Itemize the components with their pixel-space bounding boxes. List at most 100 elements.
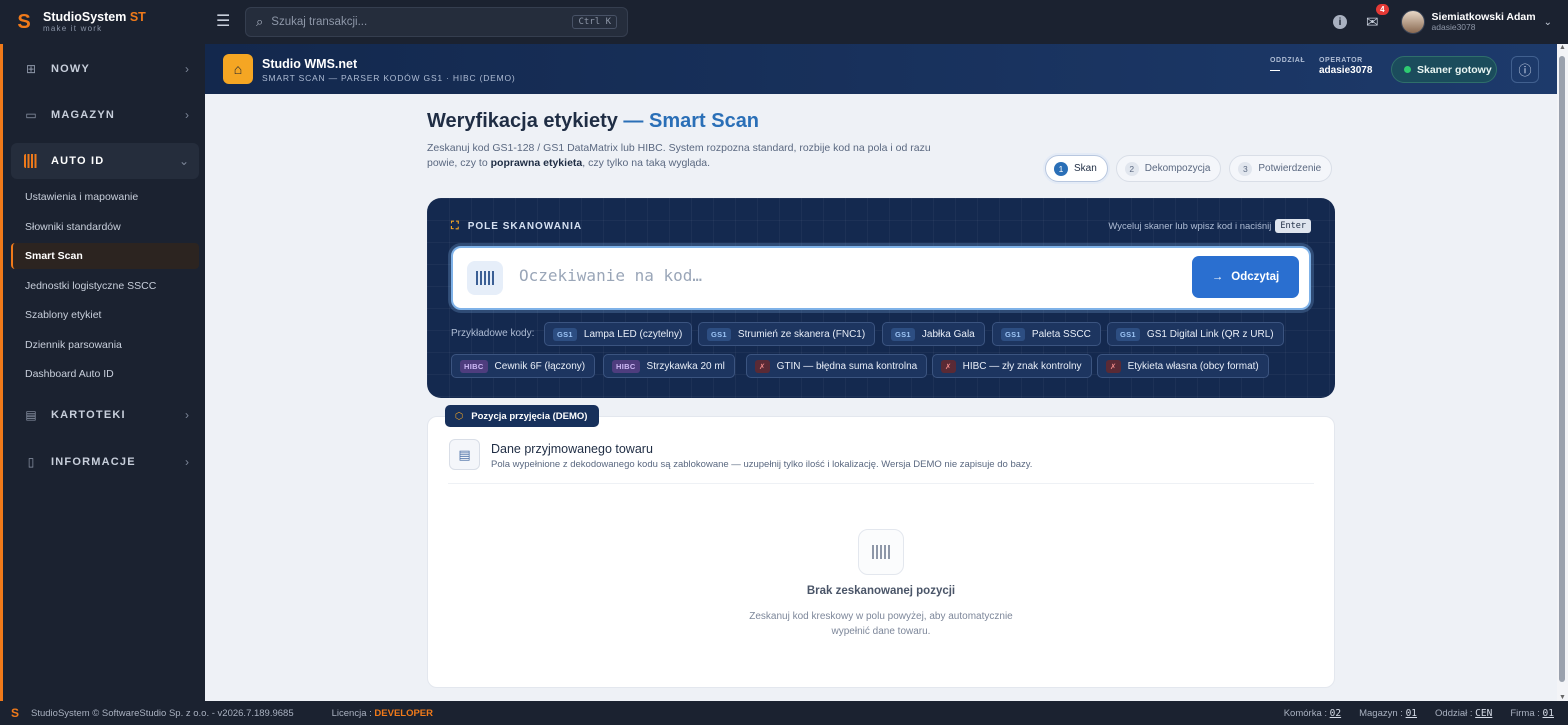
plus-square-icon: ⊞ xyxy=(25,62,37,76)
avatar[interactable] xyxy=(1400,10,1425,34)
scroll-down-icon[interactable]: ▼ xyxy=(1559,694,1566,701)
divider xyxy=(448,483,1314,484)
sidebar-section-kartoteki[interactable]: ▤ KARTOTEKI › xyxy=(11,397,199,433)
app-title: Studio WMS.net xyxy=(262,57,358,71)
footer-logo-icon: S xyxy=(11,706,20,720)
read-button[interactable]: → Odczytaj xyxy=(1192,256,1299,298)
sidebar-toggle-icon[interactable]: ☰ xyxy=(216,13,234,31)
search-shortcut: Ctrl K xyxy=(572,15,617,29)
barcode-placeholder-icon xyxy=(858,529,904,575)
sidebar-section-label: MAGAZYN xyxy=(51,109,116,121)
scan-input-box[interactable]: →Odczytaj xyxy=(451,246,1311,310)
scroll-thumb[interactable] xyxy=(1559,56,1565,682)
document-icon: ▤ xyxy=(449,439,480,470)
mail-icon[interactable]: ✉ 4 xyxy=(1366,4,1389,31)
scan-frame-icon: ⛶ xyxy=(451,220,460,232)
branch-value: — xyxy=(1270,65,1280,77)
brand-tagline: make it work xyxy=(43,24,103,34)
warehouse-icon: ▭ xyxy=(25,108,37,122)
scanner-status-badge[interactable]: Skaner gotowy xyxy=(1391,56,1497,83)
sidebar-item-dziennik[interactable]: Dziennik parsowania xyxy=(11,332,199,358)
logo-s-icon: S xyxy=(17,10,31,33)
card-description: Pola wypełnione z dekodowanego kodu są z… xyxy=(491,459,1033,470)
footer-warehouse[interactable]: Magazyn : 01 xyxy=(1359,708,1417,719)
stepper: 1 Skan 2 Dekompozycja 3 Potwierdzenie xyxy=(1045,155,1333,182)
branch-meta: ODDZIAŁ — xyxy=(1270,57,1305,77)
example-chip[interactable]: GS1 Jabłka Gala xyxy=(882,322,985,346)
empty-state-description: Zeskanuj kod kreskowy w polu powyżej, ab… xyxy=(749,611,1013,637)
sidebar-item-sscc[interactable]: Jednostki logistyczne SSCC xyxy=(11,273,199,299)
scroll-up-icon[interactable]: ▲ xyxy=(1559,44,1566,51)
card-title: Dane przyjmowanego towaru xyxy=(491,442,653,456)
sidebar-item-smart-scan[interactable]: Smart Scan xyxy=(11,243,199,269)
operator-meta: OPERATOR adasie3078 xyxy=(1319,57,1372,77)
position-card: ▤ Dane przyjmowanego towaru Pola wypełni… xyxy=(427,416,1335,688)
empty-state-title: Brak zeskanowanej pozycji xyxy=(806,585,956,597)
chevron-down-icon: ⌄ xyxy=(178,154,189,168)
scan-input[interactable] xyxy=(519,266,1159,285)
brand-name: StudioSystem ST xyxy=(43,9,146,24)
example-chip[interactable]: GS1 Paleta SSCC xyxy=(992,322,1101,346)
sidebar-section-nowy[interactable]: ⊞ NOWY › xyxy=(11,51,199,87)
barcode-icon xyxy=(467,261,503,295)
sidebar-section-label: KARTOTEKI xyxy=(51,409,126,421)
search-box[interactable]: ⌕ Ctrl K xyxy=(245,7,628,37)
examples-label: Przykładowe kody: xyxy=(451,328,535,339)
footer-license: Licencja : DEVELOPER xyxy=(331,707,434,719)
footer-company[interactable]: Firma : 01 xyxy=(1510,708,1554,719)
step-scan[interactable]: 1 Skan xyxy=(1045,155,1108,182)
example-chip[interactable]: HIBC Cewnik 6F (łączony) xyxy=(451,354,596,378)
example-chip[interactable]: HIBC Strzykawka 20 ml xyxy=(603,354,735,378)
step-confirmation[interactable]: 3 Potwierdzenie xyxy=(1229,155,1333,182)
mail-badge: 4 xyxy=(1376,4,1389,15)
app-logo[interactable]: S StudioSystem ST make it work xyxy=(0,0,205,44)
scan-field-label: ⛶ POLE SKANOWANIA xyxy=(451,220,583,232)
app-subtitle: SMART SCAN — PARSER KODÓW GS1 · HIBC (DE… xyxy=(262,73,516,83)
example-chip[interactable]: GS1 GS1 Digital Link (QR z URL) xyxy=(1107,322,1284,346)
barcode-icon xyxy=(24,154,38,168)
step-decomposition[interactable]: 2 Dekompozycja xyxy=(1115,155,1222,182)
sidebar-section-label: AUTO ID xyxy=(51,155,105,167)
sidebar-section-label: INFORMACJE xyxy=(51,456,136,468)
search-icon: ⌕ xyxy=(256,14,264,29)
sidebar-item-dashboard[interactable]: Dashboard Auto ID xyxy=(11,361,199,387)
user-menu[interactable]: Siemiatkowski Adam adasie3078 xyxy=(1432,11,1536,33)
scan-panel: ⛶ POLE SKANOWANIA Wyceluj skaner lub wpis… xyxy=(427,198,1335,398)
card-index-icon: ▤ xyxy=(25,408,37,422)
footer-branch[interactable]: Oddział : CEN xyxy=(1435,708,1492,719)
sidebar-section-label: NOWY xyxy=(51,63,91,75)
sidebar-item-ustawienia[interactable]: Ustawienia i mapowanie xyxy=(11,184,199,210)
chevron-right-icon: › xyxy=(185,455,189,469)
enter-key: Enter xyxy=(1275,219,1311,233)
sidebar-section-auto-id[interactable]: AUTO ID ⌄ xyxy=(11,143,199,179)
top-bar: S StudioSystem ST make it work ☰ ⌕ Ctrl … xyxy=(0,0,1568,44)
home-icon[interactable]: ⌂ xyxy=(223,54,253,84)
document-icon: ▯ xyxy=(27,455,35,469)
sidebar-section-magazyn[interactable]: ▭ MAGAZYN › xyxy=(11,97,199,133)
chevron-right-icon: › xyxy=(185,108,189,122)
sidebar-item-szablony[interactable]: Szablony etykiet xyxy=(11,302,199,328)
sidebar: ⊞ NOWY › ▭ MAGAZYN › AUTO ID ⌄ Ustawieni… xyxy=(0,44,205,701)
sidebar-section-informacje[interactable]: ▯ INFORMACJE › xyxy=(11,444,199,480)
info-icon[interactable]: i xyxy=(1332,15,1347,29)
status-dot-icon xyxy=(1404,66,1411,73)
example-chip[interactable]: ✗ Etykieta własna (obcy format) xyxy=(1097,354,1269,378)
page-title: Weryfikacja etykiety — Smart Scan xyxy=(427,110,760,132)
example-chip[interactable]: GS1 Lampa LED (czytelny) xyxy=(544,322,693,346)
example-chip[interactable]: ✗ GTIN — błędna suma kontrolna xyxy=(746,354,928,378)
sidebar-item-slowniki[interactable]: Słowniki standardów xyxy=(11,214,199,240)
app-header: ⌂ Studio WMS.net SMART SCAN — PARSER KOD… xyxy=(205,44,1557,94)
position-badge: ⬡ Pozycja przyjęcia (DEMO) xyxy=(445,405,600,427)
branch-label: ODDZIAŁ xyxy=(1270,57,1306,64)
box-icon: ⬡ xyxy=(455,410,464,422)
example-chip[interactable]: GS1 Strumień ze skanera (FNC1) xyxy=(698,322,876,346)
example-chip[interactable]: ✗ HIBC — zły znak kontrolny xyxy=(932,354,1092,378)
status-bar: S StudioSystem © SoftwareStudio Sp. z o.… xyxy=(0,701,1568,725)
content-scrollbar[interactable]: ▲ ▼ xyxy=(1557,44,1568,701)
info-circle-icon[interactable]: ⓘ xyxy=(1511,56,1539,83)
scan-hint: Wyceluj skaner lub wpisz kod i naciśnij E… xyxy=(1108,219,1311,233)
footer-cell[interactable]: Komórka : 02 xyxy=(1284,708,1341,719)
chevron-right-icon: › xyxy=(185,62,189,76)
search-input[interactable] xyxy=(271,16,573,28)
chevron-down-icon[interactable]: ⌄ xyxy=(1544,17,1552,28)
